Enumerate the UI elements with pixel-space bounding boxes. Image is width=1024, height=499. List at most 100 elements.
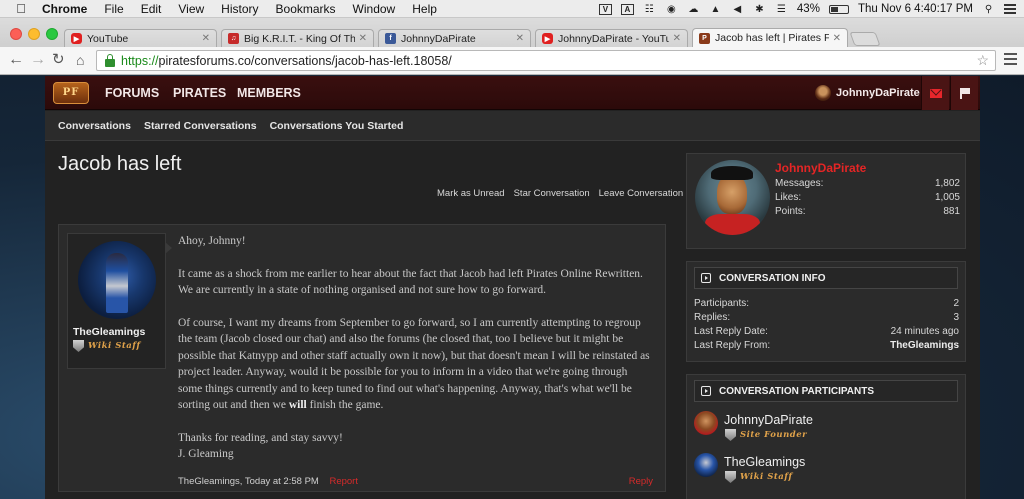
zoom-window-button[interactable] [46,28,58,40]
message-author-name[interactable]: TheGleamings [73,326,145,338]
participant-item[interactable]: TheGleamings Wiki Staff [694,453,954,483]
avatar[interactable] [694,453,718,477]
url-scheme: https:// [121,53,159,68]
tab-facebook[interactable]: f JohnnyDaPirate ✕ [378,29,531,47]
nav-members[interactable]: MEMBERS [237,86,301,100]
menu-view[interactable]: View [178,2,204,16]
address-bar[interactable]: https://piratesforums.co/conversations/j… [96,50,996,71]
avatar[interactable] [694,411,718,435]
message-paragraph: It came as a shock from me earlier to he… [178,267,643,297]
tab-big-krit[interactable]: ♫ Big K.R.I.T. - King Of The S ✕ [221,29,374,47]
vpn-icon[interactable]: V [598,3,612,15]
adobe-icon[interactable]: A [620,3,634,15]
report-link[interactable]: Report [329,476,358,487]
notification-bell-icon[interactable]: ▲ [709,4,722,15]
star-conversation-link[interactable]: Star Conversation [514,188,590,199]
last-reply-user-link[interactable]: TheGleamings [890,340,959,351]
forward-arrow-icon[interactable]: → [30,51,46,69]
shield-icon [725,429,736,441]
user-title-badge: Wiki Staff [73,340,141,352]
subnav-conversations-you-started[interactable]: Conversations You Started [270,120,404,132]
account-menu[interactable]: JohnnyDaPirate [815,76,920,110]
alerts-button[interactable] [950,76,978,110]
message-signature: J. Gleaming [178,448,234,460]
subnav-starred-conversations[interactable]: Starred Conversations [144,120,257,132]
close-tab-icon[interactable]: ✕ [833,33,841,44]
volume-icon[interactable]: ◀ [731,4,744,15]
message-user-info: TheGleamings Wiki Staff [67,233,172,369]
tab-active-conversation[interactable]: P Jacob has left | Pirates For ✕ [692,28,848,47]
info-last-reply-date: Last Reply Date: 24 minutes ago [694,326,959,337]
menu-clock[interactable]: Thu Nov 6 4:40:17 PM [858,3,973,15]
menu-help[interactable]: Help [412,2,437,16]
visitor-username[interactable]: JohnnyDaPirate [775,161,866,175]
user-title-badge: Wiki Staff [725,471,793,483]
notification-center-icon[interactable] [1004,4,1016,14]
message-author-date[interactable]: TheGleamings, Today at 2:58 PM [178,476,319,487]
lock-icon[interactable] [105,53,115,67]
close-window-button[interactable] [10,28,22,40]
nav-pirates[interactable]: PIRATES [173,86,226,100]
site-logo[interactable]: PF [53,82,89,104]
menu-window[interactable]: Window [353,2,396,16]
conversation-info-panel: CONVERSATION INFO Participants: 2 Replies… [686,261,966,362]
participant-item[interactable]: JohnnyDaPirate Site Founder [694,411,954,441]
tab-title: Big K.R.I.T. - King Of The S [244,32,355,45]
tab-youtube-channel[interactable]: ▶ JohnnyDaPirate - YouTube ✕ [535,29,688,47]
message-greeting: Ahoy, Johnny! [178,235,246,247]
chrome-menu-icon[interactable] [1004,53,1017,66]
close-tab-icon[interactable]: ✕ [359,33,367,44]
sync-icon[interactable]: ☷ [643,4,656,15]
leave-conversation-link[interactable]: Leave Conversation [599,188,684,199]
new-tab-button[interactable] [849,32,881,46]
badge-label: Wiki Staff [88,341,141,351]
menu-edit[interactable]: Edit [141,2,162,16]
menu-history[interactable]: History [221,2,258,16]
reload-icon[interactable]: ↻ [52,51,65,69]
battery-percent[interactable]: 43% [797,3,820,15]
bluetooth-icon[interactable]: ✱ [753,4,766,15]
paragraph-text: finish the game. [306,399,384,411]
battery-icon[interactable] [828,4,849,14]
avatar [815,85,831,101]
gamepad-icon[interactable]: ◉ [665,4,678,15]
participant-name[interactable]: JohnnyDaPirate [724,413,813,427]
subnav-conversations[interactable]: Conversations [58,120,131,132]
facebook-icon: f [385,33,396,44]
mark-as-unread-link[interactable]: Mark as Unread [437,188,505,199]
reply-link[interactable]: Reply [629,476,653,487]
minimize-window-button[interactable] [28,28,40,40]
avatar[interactable] [695,160,770,235]
bookmark-star-icon[interactable]: ☆ [976,52,989,69]
apple-icon[interactable]:  [14,1,28,16]
tab-youtube[interactable]: ▶ YouTube ✕ [64,29,217,47]
spotlight-search-icon[interactable]: ⚲ [982,4,995,15]
forum-container: PF FORUMS PIRATES MEMBERS JohnnyDaPirate… [45,76,980,499]
wifi-icon[interactable]: ☰ [775,4,788,15]
message-post: TheGleamings Wiki Staff Ahoy, Johnny! It… [58,224,666,492]
menu-file[interactable]: File [104,2,123,16]
shield-icon [73,340,84,352]
heading-label: CONVERSATION INFO [719,272,826,284]
back-arrow-icon[interactable]: ← [8,51,24,69]
nav-forums[interactable]: FORUMS [105,86,159,100]
home-icon[interactable]: ⌂ [76,51,84,69]
visitor-panel: JohnnyDaPirate Messages: 1,802 Likes: 1,00… [686,153,966,249]
browser-toolbar: ← → ↻ ⌂ https://piratesforums.co/convers… [0,47,1024,75]
close-tab-icon[interactable]: ✕ [202,33,210,44]
account-username: JohnnyDaPirate [836,87,920,99]
cloud-icon[interactable]: ☁ [687,4,700,15]
menu-bookmarks[interactable]: Bookmarks [276,2,336,16]
stat-messages: Messages: 1,802 [775,178,960,189]
tab-title: JohnnyDaPirate - YouTube [558,32,669,45]
inbox-button[interactable] [921,76,949,110]
close-tab-icon[interactable]: ✕ [516,33,524,44]
participants-heading: CONVERSATION PARTICIPANTS [694,380,958,402]
menu-app-name[interactable]: Chrome [42,2,87,16]
close-tab-icon[interactable]: ✕ [673,33,681,44]
stat-likes: Likes: 1,005 [775,192,960,203]
conversation-actions: Mark as Unread Star Conversation Leave C… [437,188,683,199]
stat-points: Points: 881 [775,206,960,217]
avatar[interactable] [78,241,156,319]
participant-name[interactable]: TheGleamings [724,455,805,469]
